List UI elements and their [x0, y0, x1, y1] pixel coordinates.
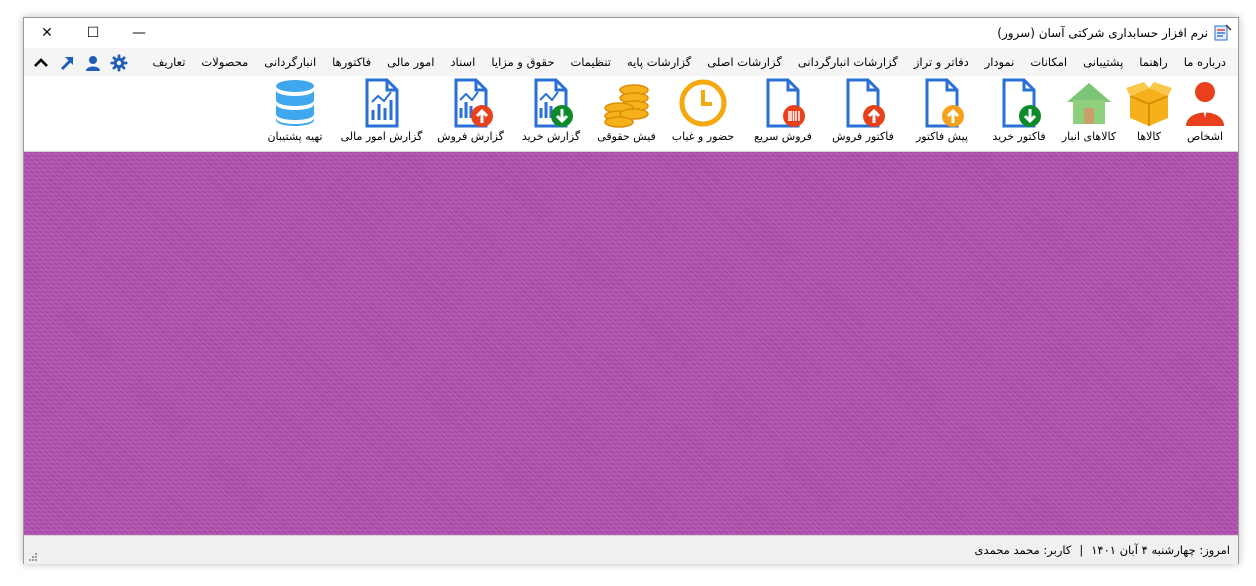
- resize-grip-icon[interactable]: [28, 551, 38, 561]
- app-window: ✕ ☐ — نرم افزار حسابداری شرکتی آسان (سرو…: [23, 17, 1239, 564]
- invoice-buy-icon: [994, 78, 1044, 128]
- toolbar-label: فیش حقوقی: [597, 130, 656, 143]
- toolbar-label: گزارش فروش: [437, 130, 504, 143]
- main-toolbar: اشخاص کالاها کالاهای انبار فاکتور خرید پ…: [24, 76, 1238, 152]
- menu-item-ledgers[interactable]: دفاتر و تراز: [906, 55, 977, 69]
- toolbar-button-goods[interactable]: کالاها: [1121, 78, 1177, 148]
- toolbar-label: گزارش امور مالی: [340, 130, 423, 143]
- menu-item-help[interactable]: راهنما: [1131, 55, 1175, 69]
- menu-item-finance[interactable]: امور مالی: [379, 55, 442, 69]
- toolbar-button-backup[interactable]: تهیه پشتیبان: [256, 78, 334, 148]
- user-icon[interactable]: [84, 54, 102, 72]
- settings-gear-icon[interactable]: [110, 54, 128, 72]
- clock-icon: [678, 78, 728, 128]
- menu-item-main-reports[interactable]: گزارشات اصلی: [699, 55, 790, 69]
- menu-items: تعاریف محصولات انبارگردانی فاکتورها امور…: [144, 48, 1234, 76]
- person-icon: [1180, 78, 1230, 128]
- toolbar-button-purchase-report[interactable]: گزارش خرید: [512, 78, 590, 148]
- toolbar-button-attendance[interactable]: حضور و غیاب: [663, 78, 743, 148]
- toolbar-label: پیش فاکتور: [915, 130, 969, 143]
- toolbar-label: گزارش خرید: [521, 130, 581, 143]
- status-bar: امروز: چهارشنبه ۴ آبان ۱۴۰۱ | کاربر: محمد …: [24, 535, 1238, 564]
- menu-item-basic-reports[interactable]: گزارشات پایه: [619, 55, 699, 69]
- toolbar-label: اشخاص: [1186, 130, 1224, 143]
- menu-icon-group: [32, 53, 128, 73]
- database-icon: [270, 78, 320, 128]
- status-date: امروز: چهارشنبه ۴ آبان ۱۴۰۱: [1091, 543, 1230, 557]
- menu-item-documents[interactable]: اسناد: [442, 55, 483, 69]
- toolbar-label: تهیه پشتیبان: [267, 130, 323, 143]
- menu-item-tools[interactable]: امکانات: [1022, 55, 1075, 69]
- warehouse-icon: [1064, 78, 1114, 128]
- menu-item-payroll[interactable]: حقوق و مزایا: [483, 55, 562, 69]
- menu-item-support[interactable]: پشتیبانی: [1075, 55, 1131, 69]
- toolbar-button-persons[interactable]: اشخاص: [1177, 78, 1233, 148]
- toolbar-label: فاکتور فروش: [832, 130, 894, 143]
- toolbar-button-purchase-invoice[interactable]: فاکتور خرید: [981, 78, 1057, 148]
- proforma-icon: [917, 78, 967, 128]
- coins-icon: [602, 78, 652, 128]
- report-finance-icon: [357, 78, 407, 128]
- window-title: نرم افزار حسابداری شرکتی آسان (سرور): [997, 26, 1208, 40]
- toolbar-button-sales-report[interactable]: گزارش فروش: [429, 78, 512, 148]
- menu-item-definitions[interactable]: تعاریف: [144, 55, 193, 69]
- status-text: امروز: چهارشنبه ۴ آبان ۱۴۰۱ | کاربر: محمد …: [975, 543, 1230, 557]
- menu-item-inventory[interactable]: انبارگردانی: [256, 55, 324, 69]
- toolbar-button-sales-invoice[interactable]: فاکتور فروش: [823, 78, 903, 148]
- menu-item-charts[interactable]: نمودار: [977, 55, 1023, 69]
- menu-item-invoices[interactable]: فاکتورها: [324, 55, 379, 69]
- title-bar[interactable]: ✕ ☐ — نرم افزار حسابداری شرکتی آسان (سرو…: [24, 18, 1238, 48]
- box-icon: [1124, 78, 1174, 128]
- barcode-document-icon: [758, 78, 808, 128]
- invoice-sell-icon: [838, 78, 888, 128]
- toolbar-button-warehouse-goods[interactable]: کالاهای انبار: [1057, 78, 1121, 148]
- toolbar-label: حضور و غیاب: [671, 130, 735, 143]
- toolbar-button-quick-sale[interactable]: فروش سریع: [743, 78, 823, 148]
- maximize-button[interactable]: ☐: [70, 18, 116, 48]
- toolbar-button-payslip[interactable]: فیش حقوقی: [590, 78, 663, 148]
- toolbar-label: فروش سریع: [754, 130, 812, 143]
- arrow-up-right-icon[interactable]: [58, 54, 76, 72]
- report-sell-icon: [446, 78, 496, 128]
- menu-item-products[interactable]: محصولات: [193, 55, 256, 69]
- menu-item-about[interactable]: درباره ما: [1176, 55, 1234, 69]
- menu-bar: تعاریف محصولات انبارگردانی فاکتورها امور…: [24, 48, 1238, 76]
- toolbar-label: فاکتور خرید: [992, 130, 1046, 143]
- menu-item-settings[interactable]: تنظیمات: [562, 55, 619, 69]
- toolbar-label: کالاهای انبار: [1061, 130, 1117, 143]
- status-user: کاربر: محمد محمدی: [974, 543, 1072, 557]
- toolbar-label: کالاها: [1136, 130, 1161, 143]
- report-buy-icon: [526, 78, 576, 128]
- chevron-up-icon[interactable]: [32, 54, 50, 72]
- menu-item-inventory-reports[interactable]: گزارشات انبارگردانی: [790, 55, 906, 69]
- minimize-button[interactable]: —: [116, 18, 162, 48]
- workspace-background: [24, 152, 1238, 535]
- close-button[interactable]: ✕: [24, 18, 70, 48]
- status-separator: |: [1079, 543, 1084, 557]
- app-logo-icon: [1214, 24, 1232, 42]
- toolbar-button-proforma[interactable]: پیش فاکتور: [903, 78, 981, 148]
- toolbar-button-finance-report[interactable]: گزارش امور مالی: [334, 78, 429, 148]
